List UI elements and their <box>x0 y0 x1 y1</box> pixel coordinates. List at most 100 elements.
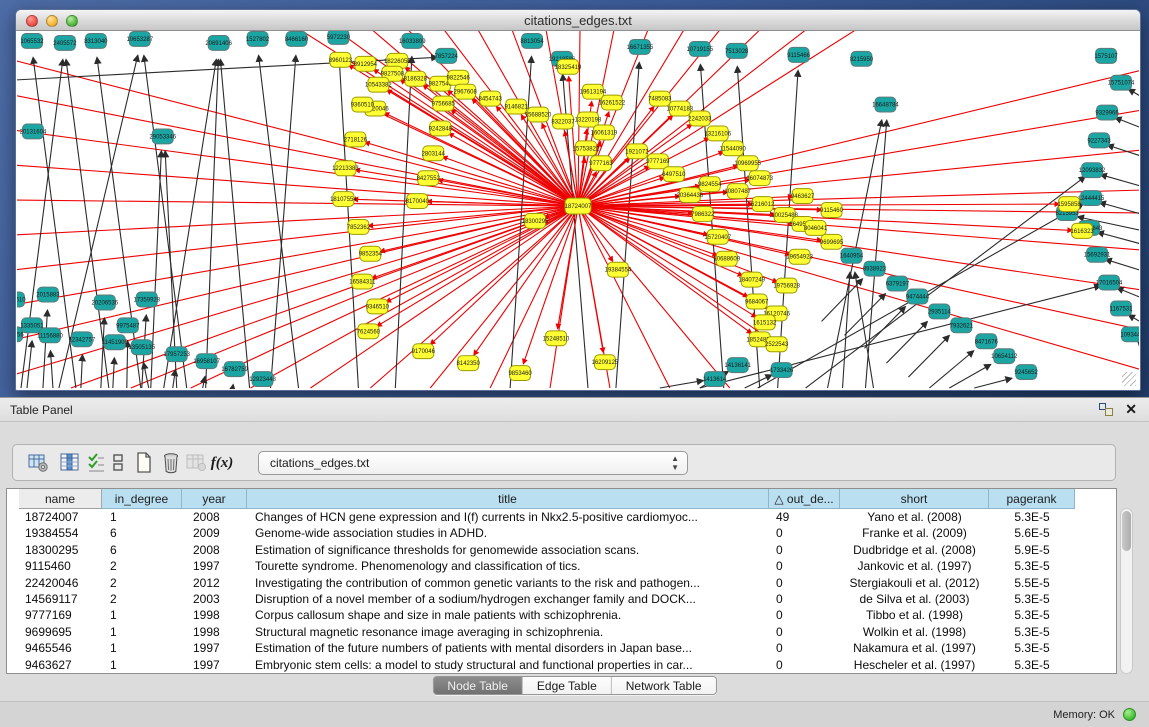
network-node[interactable]: 18300295 <box>522 213 549 228</box>
column-header-out_degree[interactable]: △ out_de... <box>769 489 840 509</box>
network-node[interactable]: 9777163 <box>589 156 613 171</box>
network-node[interactable]: 9822546 <box>447 70 471 85</box>
network-node[interactable]: 15720407 <box>704 229 731 244</box>
network-node[interactable]: 10654112 <box>991 349 1018 364</box>
network-node[interactable]: 9227343 <box>1087 133 1111 148</box>
network-node[interactable]: 1575107 <box>1094 48 1118 63</box>
network-node[interactable]: 13505135 <box>128 340 155 355</box>
network-node[interactable]: 10719155 <box>686 41 713 56</box>
network-node[interactable]: 2520610 <box>17 292 26 307</box>
column-header-title[interactable]: title <box>247 489 769 509</box>
delete-table-icon[interactable] <box>158 450 184 476</box>
network-node[interactable]: 8454743 <box>479 91 503 106</box>
network-node[interactable]: 16061319 <box>591 125 618 140</box>
column-chooser-icon[interactable] <box>57 450 83 476</box>
network-node[interactable]: 9474444 <box>906 289 930 304</box>
network-node[interactable]: 2718126 <box>344 132 368 147</box>
network-node[interactable]: 1065532 <box>20 33 44 48</box>
row-height-icon[interactable] <box>105 450 131 476</box>
network-node[interactable]: 1093440 <box>1120 327 1139 342</box>
network-node[interactable]: 12342757 <box>69 332 96 347</box>
network-node[interactable]: 8912954 <box>354 56 378 71</box>
network-node[interactable]: 9245652 <box>1015 365 1039 380</box>
table-row[interactable]: 2242004622012Investigating the contribut… <box>7 575 1116 591</box>
close-panel-icon[interactable]: ✕ <box>1125 401 1137 418</box>
network-node[interactable]: 9115466 <box>787 47 811 62</box>
network-node[interactable]: 9115460 <box>820 203 844 218</box>
network-node[interactable]: 2935114 <box>928 304 952 319</box>
network-node[interactable]: 10688609 <box>713 251 740 266</box>
network-node[interactable]: 1640954 <box>840 248 864 263</box>
network-node[interactable]: 13216106 <box>704 126 731 141</box>
network-node[interactable]: 1595858 <box>1057 197 1081 212</box>
network-node[interactable]: 8427552 <box>417 171 441 186</box>
network-canvas[interactable]: 1065532240557283130401065328720691406152… <box>17 31 1139 389</box>
table-row[interactable]: 946554611997Estimation of the future num… <box>7 640 1116 656</box>
network-node[interactable]: 2242033 <box>688 111 712 126</box>
network-node[interactable]: 7624560 <box>357 324 381 339</box>
network-node[interactable]: 18724007 <box>565 198 592 214</box>
column-header-year[interactable]: year <box>182 489 247 509</box>
network-node[interactable]: 15751074 <box>1108 75 1135 90</box>
table-row[interactable]: 911546021997Tourette syndrome. Phenomeno… <box>7 558 1116 574</box>
network-node[interactable]: 9360510 <box>351 97 375 112</box>
network-node[interactable]: 17359928 <box>133 292 160 307</box>
network-node[interactable]: 17016504 <box>1096 275 1123 290</box>
network-node[interactable]: 2405572 <box>53 35 77 50</box>
network-node[interactable]: 6379197 <box>886 276 910 291</box>
network-node[interactable]: 19384554 <box>605 262 632 277</box>
network-node[interactable]: 1616323 <box>1070 223 1094 238</box>
column-header-in_degree[interactable]: in_degree <box>102 489 182 509</box>
network-node[interactable]: 5972230 <box>327 31 351 44</box>
network-node[interactable]: 1167531 <box>1110 301 1134 316</box>
table-select-dropdown[interactable]: citations_edges.txt ▲▼ <box>258 451 688 475</box>
network-node[interactable]: 16648784 <box>872 97 899 112</box>
network-graph[interactable]: 1065532240557283130401065328720691406152… <box>17 31 1139 389</box>
network-node[interactable]: 9346510 <box>366 299 390 314</box>
network-node[interactable]: 9853460 <box>508 366 532 381</box>
network-node[interactable]: 16584311 <box>349 274 376 289</box>
import-table-icon[interactable] <box>183 450 209 476</box>
network-node[interactable]: 15753822 <box>573 141 600 156</box>
network-node[interactable]: 8938923 <box>863 261 887 276</box>
network-node[interactable]: 6497510 <box>662 167 686 182</box>
network-node[interactable]: 9329966 <box>1095 105 1119 120</box>
network-node[interactable]: 9684067 <box>745 294 769 309</box>
network-node[interactable]: 19756928 <box>773 278 800 293</box>
network-node[interactable]: 6216012 <box>751 197 775 212</box>
memory-status-indicator[interactable] <box>1123 708 1136 721</box>
network-node[interactable]: 16033809 <box>399 33 426 48</box>
network-node[interactable]: 20364436 <box>676 188 703 203</box>
network-node[interactable]: 11451900 <box>102 335 129 350</box>
network-node[interactable]: 20131604 <box>20 124 47 139</box>
tab-edge-table[interactable]: Edge Table <box>523 677 612 695</box>
network-node[interactable]: 11156880 <box>37 328 63 343</box>
network-node[interactable]: 9242848 <box>429 121 453 136</box>
network-node[interactable]: 7986322 <box>691 207 715 222</box>
network-node[interactable]: 16671355 <box>627 39 654 54</box>
network-node[interactable]: 16209125 <box>592 355 619 370</box>
network-node[interactable]: 9975487 <box>116 318 140 333</box>
network-node[interactable]: 8960123 <box>329 52 353 67</box>
network-node[interactable]: 14136141 <box>724 358 751 373</box>
function-builder-icon[interactable]: f(x) <box>209 450 235 476</box>
table-row[interactable]: 1872400712008Changes of HCN gene express… <box>7 509 1116 525</box>
network-node[interactable]: 12213383 <box>332 161 359 176</box>
network-node[interactable]: 12444415 <box>1078 191 1105 206</box>
network-node[interactable]: 1733426 <box>770 363 794 378</box>
network-node[interactable]: 11544090 <box>720 141 747 156</box>
network-node[interactable]: 15688520 <box>525 107 552 122</box>
network-node[interactable]: 16261522 <box>599 95 626 110</box>
network-node[interactable]: 19654923 <box>786 249 813 264</box>
network-node[interactable]: 8186328 <box>404 71 428 86</box>
network-node[interactable]: 8046041 <box>804 220 828 235</box>
tab-network-table[interactable]: Network Table <box>612 677 716 695</box>
network-node[interactable]: 9170046 <box>412 344 436 359</box>
column-header-name[interactable]: name <box>19 489 102 509</box>
network-node[interactable]: 1615132 <box>753 315 777 330</box>
network-node[interactable]: 12923448 <box>249 372 276 387</box>
network-node[interactable]: 10543382 <box>365 77 392 92</box>
network-node[interactable]: 7513028 <box>725 43 749 58</box>
network-node[interactable]: 10807487 <box>724 184 751 199</box>
network-node[interactable]: 16074873 <box>746 171 773 186</box>
